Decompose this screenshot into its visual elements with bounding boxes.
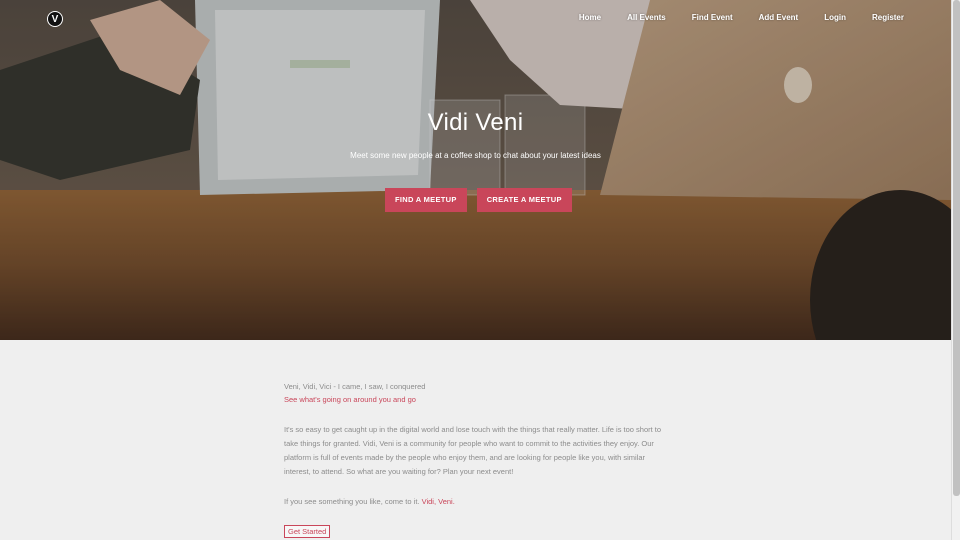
tagline: Veni, Vidi, Vici - I came, I saw, I conq… (284, 382, 426, 391)
main-nav: Home All Events Find Event Add Event Log… (566, 12, 917, 24)
nav-find-event[interactable]: Find Event (679, 12, 746, 24)
nav-home[interactable]: Home (566, 12, 614, 24)
nav-login[interactable]: Login (811, 12, 859, 24)
create-meetup-button[interactable]: CREATE A MEETUP (476, 188, 572, 212)
hero-title: Vidi Veni (427, 109, 524, 136)
nav-add-event[interactable]: Add Event (746, 12, 812, 24)
about-paragraph: It's so easy to get caught up in the dig… (284, 425, 662, 476)
get-started-button[interactable]: Get Started (284, 525, 331, 538)
find-meetup-button[interactable]: FIND A MEETUP (385, 188, 467, 212)
nav-all-events[interactable]: All Events (614, 12, 679, 24)
explore-link[interactable]: See what's going on around you and go (284, 395, 416, 404)
brand-link[interactable]: Vidi, Veni. (422, 497, 455, 506)
hero-overlay (0, 0, 951, 340)
site-logo[interactable]: V (47, 11, 63, 27)
hero-subtitle: Meet some new people at a coffee shop to… (350, 151, 601, 160)
page-scrollbar[interactable] (951, 0, 960, 540)
nav-register[interactable]: Register (859, 12, 917, 24)
hero-buttons: FIND A MEETUP CREATE A MEETUP (385, 188, 572, 212)
closing-line: If you see something you like, come to i… (284, 495, 666, 508)
closing-text: If you see something you like, come to i… (284, 497, 420, 506)
about-section: Veni, Vidi, Vici - I came, I saw, I conq… (284, 380, 666, 538)
scrollbar-thumb[interactable] (953, 0, 960, 496)
hero-section: V Home All Events Find Event Add Event L… (0, 0, 951, 340)
